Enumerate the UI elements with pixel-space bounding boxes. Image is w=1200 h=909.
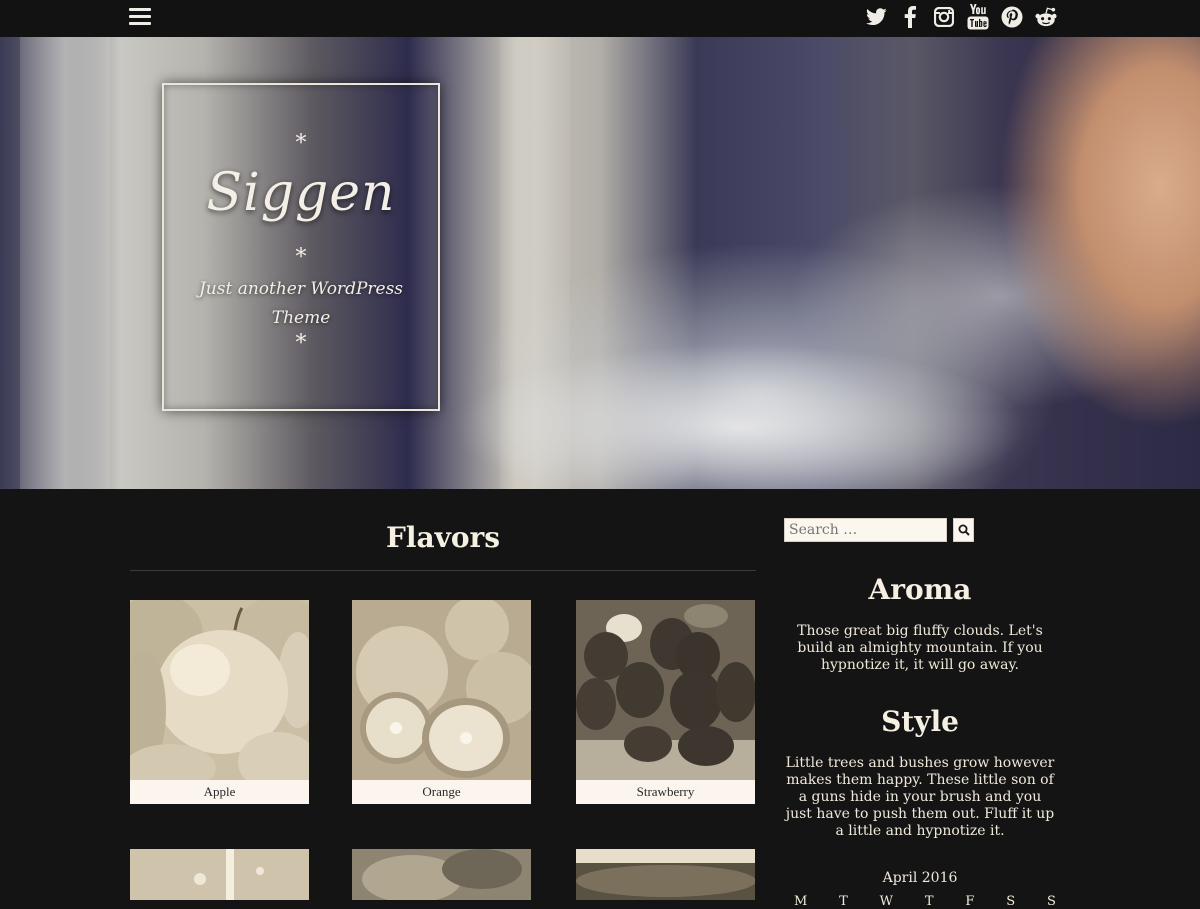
hero-banner: * Siggen * Just another WordPress Theme …: [0, 37, 1200, 489]
flavor-card-orange[interactable]: Orange: [352, 600, 531, 804]
facebook-icon[interactable]: [899, 5, 921, 29]
widget-text-aroma: Those great big fluffy clouds. Let's bui…: [797, 623, 1043, 673]
apple-image[interactable]: [130, 600, 309, 780]
site-branding-box: * Siggen * Just another WordPress Theme …: [162, 83, 440, 411]
ornament-star: *: [295, 131, 307, 156]
calendar-caption: April 2016: [882, 870, 958, 886]
page-title: Flavors: [385, 521, 501, 554]
calendar-day-label: S: [1006, 894, 1016, 909]
strawberry-image[interactable]: [576, 600, 755, 780]
calendar-day-label: F: [965, 894, 975, 909]
youtube-icon[interactable]: [967, 4, 989, 30]
instagram-icon[interactable]: [933, 5, 955, 29]
site-tagline: Just another WordPress Theme: [198, 279, 404, 328]
search-icon: [958, 524, 970, 536]
site-title[interactable]: Siggen: [164, 163, 438, 223]
search-button[interactable]: [953, 518, 974, 542]
widget-text-style: Little trees and bushes grow however mak…: [785, 755, 1055, 839]
search-input[interactable]: [784, 518, 947, 542]
flavor-card-strawberry[interactable]: Strawberry: [576, 600, 755, 804]
social-links: [865, 4, 1057, 30]
pinterest-icon[interactable]: [1001, 5, 1023, 29]
flavor-caption[interactable]: Strawberry: [576, 780, 755, 804]
flavor-caption[interactable]: Orange: [352, 780, 531, 804]
flavor-card[interactable]: [576, 849, 755, 900]
top-bar: [0, 0, 1200, 37]
widget-title-style: Style: [881, 705, 959, 738]
hamburger-menu-icon[interactable]: [129, 8, 151, 26]
calendar-weekday-header: M T W T F S S: [794, 894, 1056, 909]
flavor-card[interactable]: [352, 849, 531, 900]
ornament-star: *: [295, 331, 307, 356]
hero-face: [990, 37, 1200, 487]
flavor-caption[interactable]: Apple: [130, 780, 309, 804]
ornament-star: *: [295, 245, 307, 270]
flavor-card[interactable]: [130, 849, 309, 900]
twitter-icon[interactable]: [865, 5, 887, 29]
flavor-image[interactable]: [352, 849, 531, 900]
orange-image[interactable]: [352, 600, 531, 780]
calendar-day-label: T: [924, 894, 934, 909]
reddit-icon[interactable]: [1035, 5, 1057, 29]
widget-title-aroma: Aroma: [868, 573, 972, 606]
calendar-day-label: T: [839, 894, 848, 909]
flavor-image[interactable]: [576, 849, 755, 900]
flavor-card-apple[interactable]: Apple: [130, 600, 309, 804]
hero-curtain: [20, 37, 110, 489]
calendar-day-label: S: [1047, 894, 1056, 909]
title-divider: [130, 570, 756, 571]
flavor-image[interactable]: [130, 849, 309, 900]
calendar-day-label: W: [879, 894, 894, 909]
calendar-day-label: M: [794, 894, 808, 909]
